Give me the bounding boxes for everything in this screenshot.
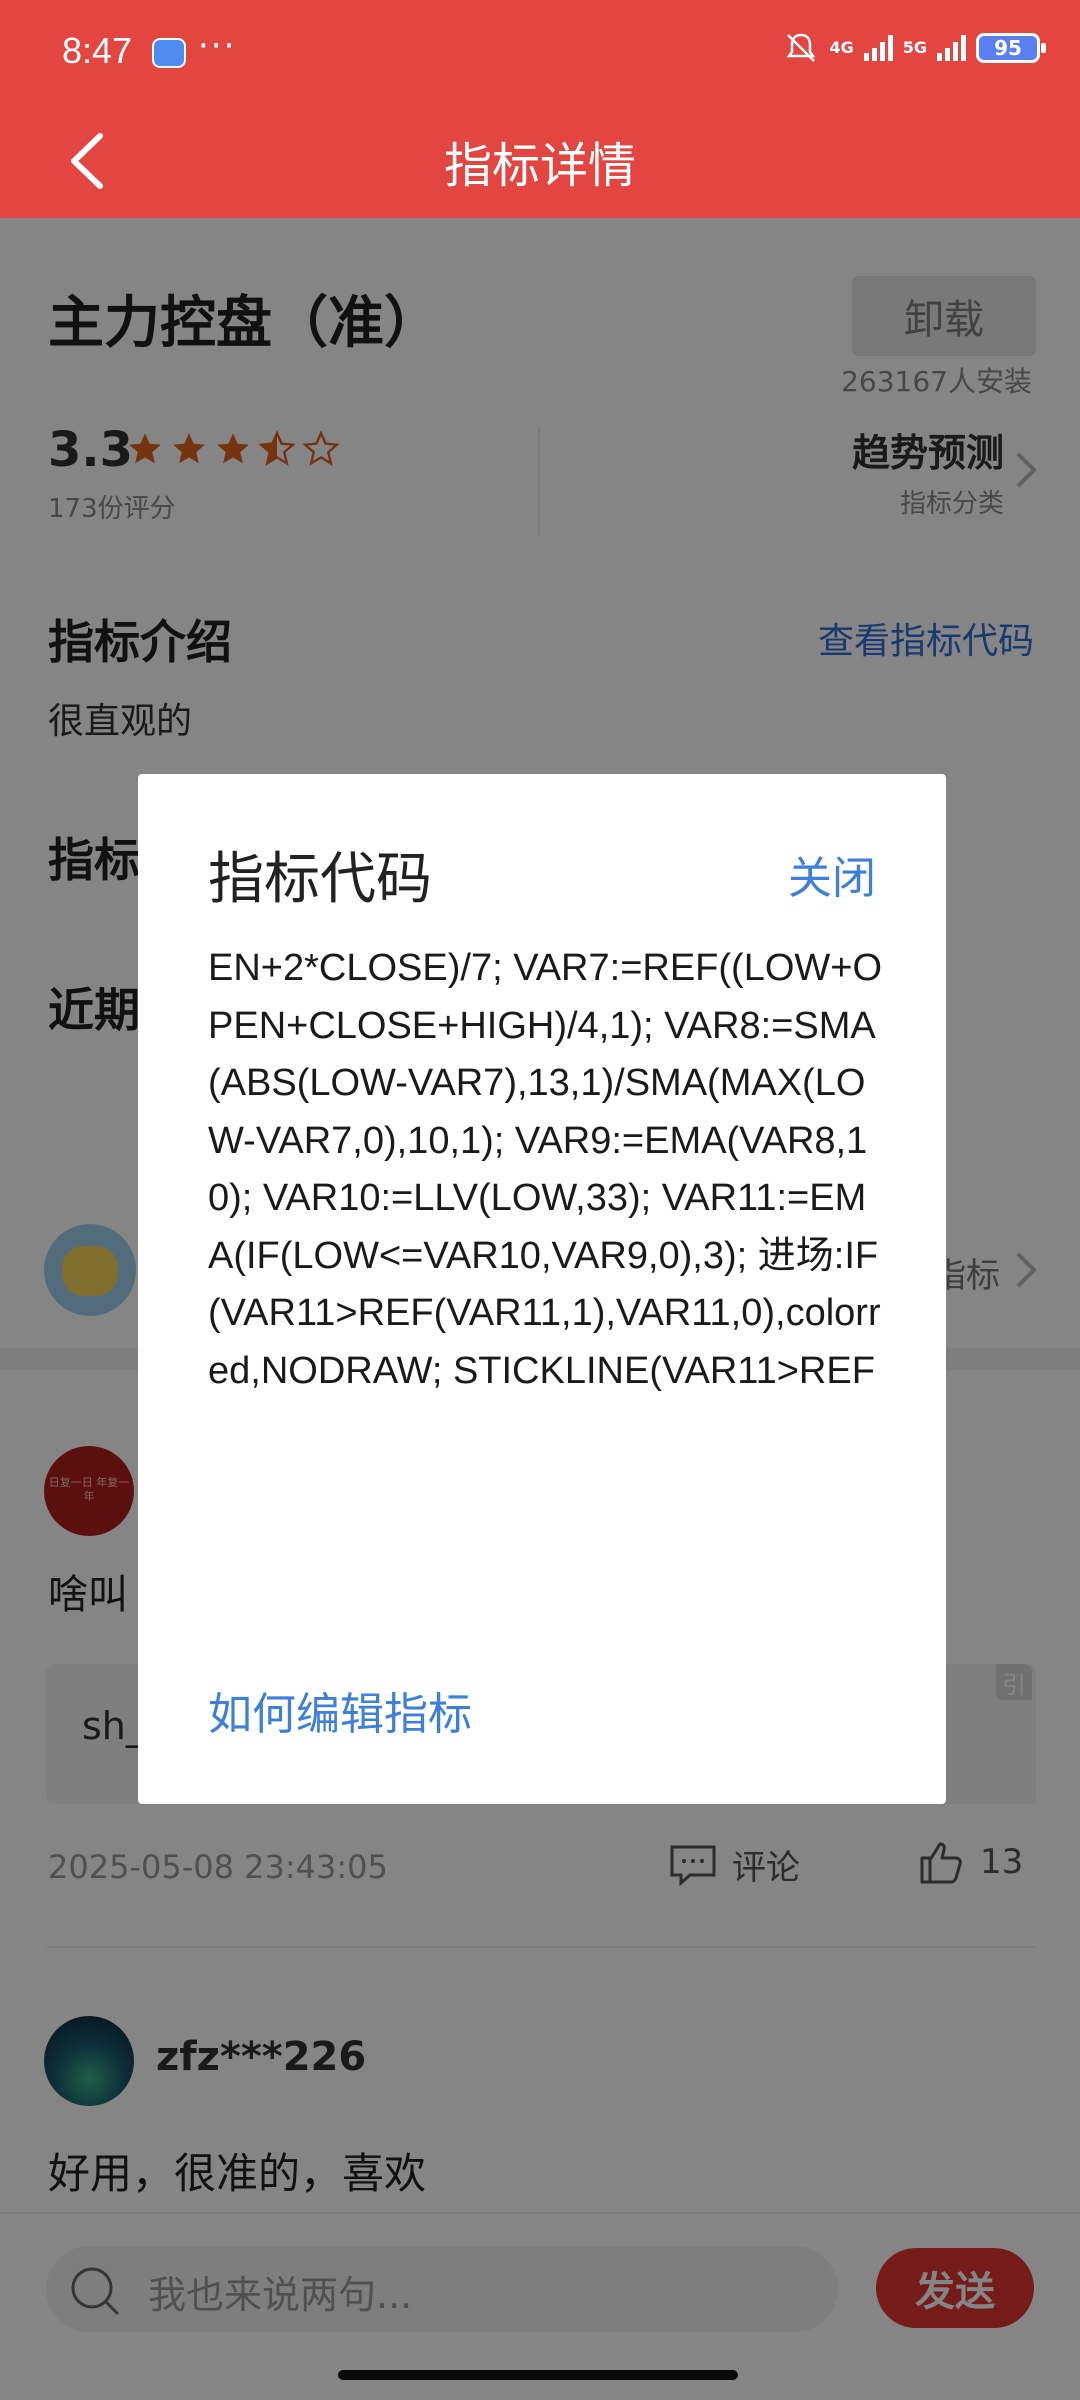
signal-icon-2 xyxy=(937,35,966,61)
status-right: 4G 5G 95 xyxy=(783,30,1046,66)
nav-bar: 指标详情 xyxy=(0,108,1080,218)
close-button[interactable]: 关闭 xyxy=(788,842,876,906)
top-bar: 8:47 ··· 4G 5G 95 指标详情 xyxy=(0,0,1080,218)
indicator-code[interactable]: EN+2*CLOSE)/7; VAR7:=REF((LOW+OPEN+CLOSE… xyxy=(208,940,888,1396)
how-to-edit-link[interactable]: 如何编辑指标 xyxy=(208,1678,472,1742)
dialog-title: 指标代码 xyxy=(208,847,432,912)
signal-icon xyxy=(863,35,893,61)
network-4g-label: 4G xyxy=(829,38,854,57)
mute-bell-icon xyxy=(786,33,816,62)
network-5g-label: 5G xyxy=(902,38,927,57)
page-title: 指标详情 xyxy=(443,138,636,194)
battery-icon: 95 xyxy=(976,33,1046,63)
more-notifications-icon: ··· xyxy=(198,26,237,66)
battery-level: 95 xyxy=(994,36,1022,60)
code-dialog: 指标代码 关闭 EN+2*CLOSE)/7; VAR7:=REF((LOW+OP… xyxy=(138,774,946,1804)
status-time: 8:47 xyxy=(62,30,133,71)
app-notification-icon xyxy=(152,38,186,68)
status-bar: 8:47 ··· 4G 5G 95 xyxy=(0,0,1080,108)
